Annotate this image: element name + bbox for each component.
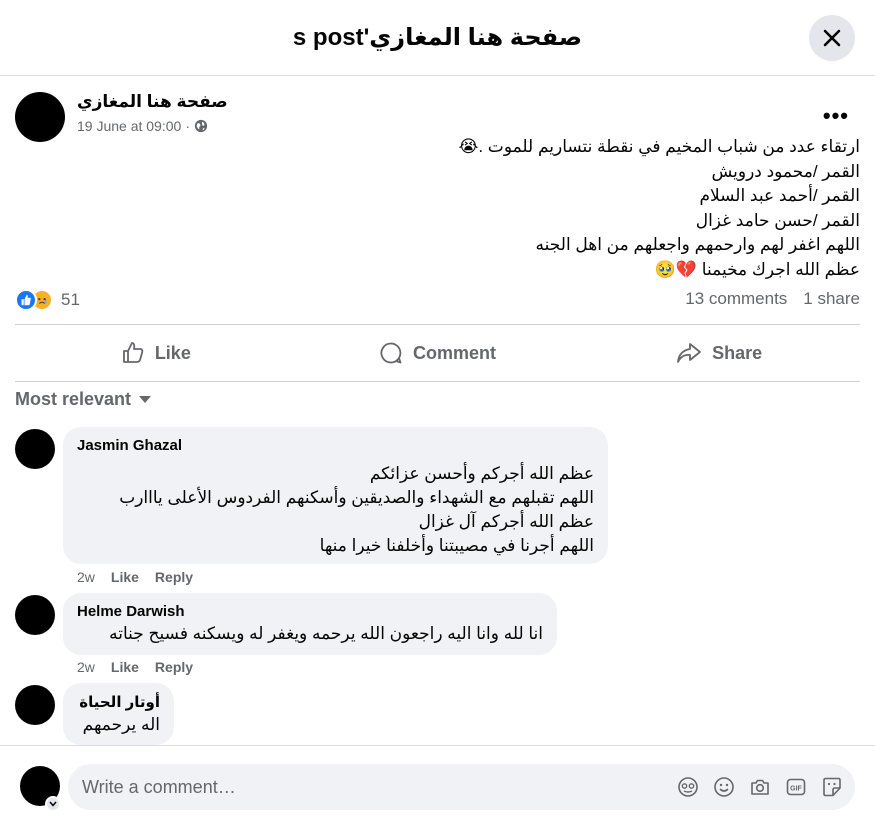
svg-text:GIF: GIF [790, 786, 802, 793]
comment-input-box[interactable]: GIF [68, 764, 855, 810]
more-options-button[interactable]: ••• [823, 103, 849, 129]
comment-text: انا لله وانا اليه راجعون الله يرحمه ويغف… [77, 622, 543, 646]
comment-bubble: Jasmin Ghazal عظم الله أجركم وأحسن عزائك… [63, 427, 608, 564]
like-label: Like [154, 342, 191, 363]
comment-line: عظم الله أجركم وأحسن عزائكم [369, 464, 594, 483]
dialog-header: صفحة هنا المغازي's post [0, 0, 875, 76]
shares-count-link[interactable]: 1 share [803, 289, 860, 309]
comment-icon [380, 342, 402, 364]
commenter-avatar[interactable] [15, 685, 55, 725]
post-stats: 13 comments 1 share [685, 289, 860, 309]
like-reaction-icon [15, 289, 37, 311]
comment-like-button[interactable]: Like [111, 659, 139, 675]
reactions-summary[interactable]: 51 [15, 289, 80, 311]
emoji-icon[interactable] [713, 776, 735, 798]
commenter-avatar[interactable] [15, 429, 55, 469]
close-button[interactable] [809, 15, 855, 61]
post-line: القمر /محمود درويش [711, 161, 860, 181]
comment-input[interactable] [82, 776, 642, 798]
post-message: ارتقاء عدد من شباب المخيم في نقطة نتساري… [15, 135, 861, 282]
dialog-title: صفحة هنا المغازي's post [292, 24, 583, 51]
share-icon [677, 343, 702, 363]
comment-like-button[interactable]: Like [111, 569, 139, 585]
thumbs-up-icon [122, 342, 144, 363]
comment-line: انا لله وانا اليه راجعون الله يرحمه ويغف… [109, 624, 543, 643]
like-button[interactable]: Like [15, 325, 297, 381]
composer-icons: GIF [677, 776, 843, 798]
caret-down-icon [139, 395, 152, 403]
sort-label: Most relevant [15, 389, 132, 409]
divider [15, 381, 860, 382]
comment-author[interactable]: Helme Darwish [77, 603, 543, 620]
gif-icon[interactable]: GIF [785, 776, 807, 798]
comment-text: عظم الله أجركم وأحسن عزائكم اللهم تقبلهم… [77, 462, 594, 558]
comment-bubble: أوتار الحياة اله يرحمهم [63, 683, 174, 745]
comment-line: اله يرحمهم [82, 715, 160, 734]
comment-reply-button[interactable]: Reply [155, 569, 193, 585]
comment-reply-button[interactable]: Reply [155, 659, 193, 675]
comment-sort-dropdown[interactable]: Most relevant [15, 389, 152, 410]
post-line: ارتقاء عدد من شباب المخيم في نقطة نتساري… [458, 137, 861, 156]
reaction-count: 51 [61, 290, 80, 309]
post-line: عظم الله اجرك مخيمنا 💔🥹 [654, 259, 860, 279]
post-line: القمر /حسن حامد غزال [695, 210, 860, 230]
share-button[interactable]: Share [578, 325, 860, 381]
post-actions: Like Comment Share [15, 325, 860, 381]
sticker-icon[interactable] [821, 776, 843, 798]
comment-line: اللهم أجرنا في مصيبتنا وأخلفنا خيرا منها [319, 536, 594, 555]
comment-label: Comment [413, 342, 497, 363]
post-date[interactable]: 19 June at 09:00 [77, 118, 181, 134]
comment-composer: GIF [0, 745, 875, 832]
account-switch-chevron[interactable] [45, 796, 61, 812]
post-dialog-body[interactable]: صفحة هنا المغازي 19 June at 09:00 · ••• … [0, 77, 875, 745]
post-line: اللهم اغفر لهم وارحمهم واجعلهم من اهل ال… [535, 235, 860, 254]
avatar-sticker-icon[interactable] [677, 776, 699, 798]
globe-icon [194, 119, 208, 133]
page-name[interactable]: صفحة هنا المغازي [77, 92, 228, 112]
comment-age[interactable]: 2w [77, 569, 95, 585]
comment-text: اله يرحمهم [77, 713, 160, 737]
commenter-avatar[interactable] [15, 595, 55, 635]
comments-count-link[interactable]: 13 comments [685, 289, 787, 309]
close-icon [823, 29, 841, 47]
share-label: Share [712, 342, 763, 363]
comment-line: عظم الله أجركم آل غزال [418, 512, 594, 531]
comment-bubble: Helme Darwish انا لله وانا اليه راجعون ا… [63, 593, 557, 655]
camera-icon[interactable] [749, 776, 771, 798]
comment-author[interactable]: Jasmin Ghazal [77, 437, 594, 454]
comment-button[interactable]: Comment [297, 325, 579, 381]
comment-age[interactable]: 2w [77, 659, 95, 675]
post-line: القمر /أحمد عبد السلام [699, 186, 860, 205]
comment-line: اللهم تقبلهم مع الشهداء والصديقين وأسكنه… [119, 488, 594, 507]
comment-actions: 2w Like Reply [77, 569, 193, 585]
comment-author[interactable]: أوتار الحياة [77, 693, 160, 711]
comment-actions: 2w Like Reply [77, 659, 193, 675]
post-meta: 19 June at 09:00 · [77, 118, 208, 134]
chevron-down-icon [49, 801, 57, 807]
